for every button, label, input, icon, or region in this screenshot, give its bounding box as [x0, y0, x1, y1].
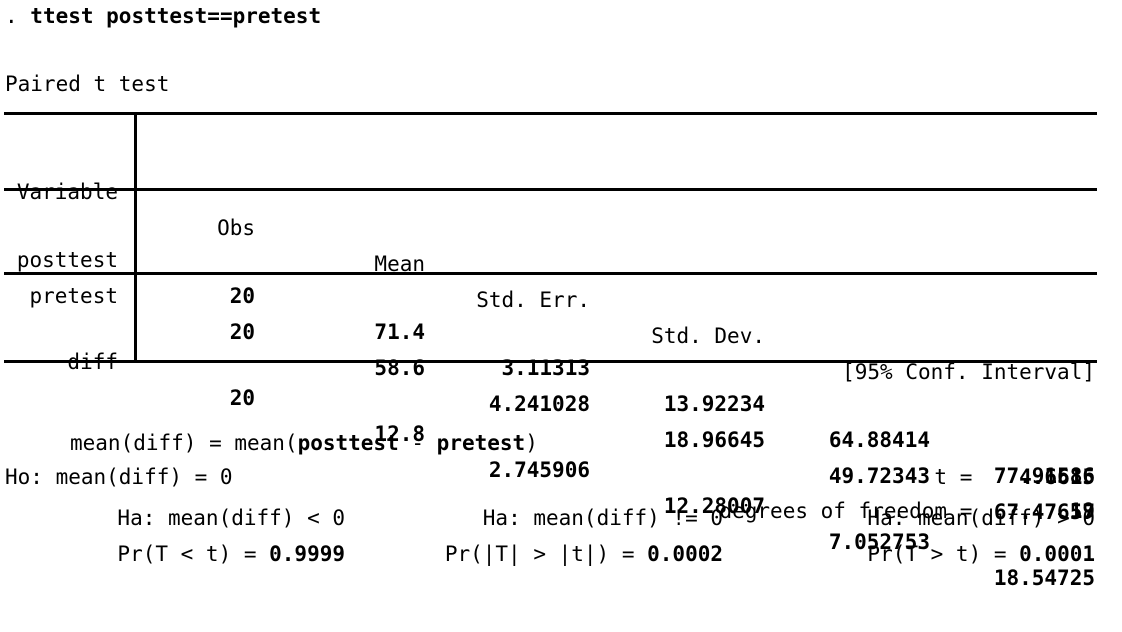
- command-text: ttest posttest==pretest: [30, 4, 322, 28]
- table-header-row: Variable Obs Mean Std. Err. Std. Dev. [9…: [0, 138, 1122, 384]
- test-title: Paired t test: [5, 72, 170, 96]
- p-value-line: Pr(|T| > |t|) = 0.0002: [383, 536, 723, 572]
- summary-line-null-hypothesis: Ho: mean(diff) = 0 degrees of freedom = …: [0, 426, 1122, 523]
- column-header-variable: Variable: [16, 180, 118, 204]
- stata-output-console: . ttest posttest==pretest Paired t test …: [0, 0, 1122, 598]
- t-statistic: t = 4.6615: [934, 460, 1095, 494]
- t-label: t =: [934, 465, 985, 489]
- hypothesis-column-two-tailed: Ha: mean(diff) != 0 Pr(|T| > |t|) = 0.00…: [383, 500, 723, 576]
- table-row-diff: diff 20 12.8 2.745906 12.28007 7.052753 …: [0, 308, 1122, 590]
- null-hypothesis: Ho: mean(diff) = 0: [5, 465, 233, 489]
- p-value-label: Pr(T > t) =: [867, 542, 1020, 566]
- row-variable-name: diff: [67, 350, 118, 374]
- p-value: 0.0001: [1019, 542, 1095, 566]
- alternative-hypothesis: Ha: mean(diff) != 0: [482, 506, 723, 530]
- command-line: . ttest posttest==pretest: [5, 2, 321, 30]
- t-value: 4.6615: [1019, 465, 1095, 489]
- p-value-label: Pr(|T| > |t|) =: [444, 542, 648, 566]
- hypothesis-column-lower-tail: Ha: mean(diff) < 0 Pr(T < t) = 0.9999: [5, 500, 345, 576]
- table-row: pretest 20 58.6 4.241028 18.96645 49.723…: [0, 242, 1122, 524]
- summary-line-mean-definition: mean(diff) = mean(posttest - pretest) t …: [0, 392, 1122, 489]
- alternative-hypotheses-block: Ha: mean(diff) < 0 Pr(T < t) = 0.9999 Ha…: [0, 500, 1122, 576]
- table-rule-top: [4, 112, 1097, 115]
- p-value-line: Pr(T > t) = 0.0001: [755, 536, 1095, 572]
- row-ci-low: 49.72343: [828, 464, 930, 488]
- alternative-hypothesis: Ha: mean(diff) > 0: [867, 506, 1095, 530]
- p-value-label: Pr(T < t) =: [117, 542, 270, 566]
- table-rule-header: [4, 188, 1097, 191]
- table-row: posttest 20 71.4 3.11313 13.92234 64.884…: [0, 206, 1122, 488]
- column-header-conf-interval: [95% Conf. Interval]: [842, 360, 1095, 384]
- p-value-line: Pr(T < t) = 0.9999: [5, 536, 345, 572]
- hypothesis-column-upper-tail: Ha: mean(diff) > 0 Pr(T > t) = 0.0001: [755, 500, 1095, 576]
- p-value: 0.9999: [269, 542, 345, 566]
- ttest-results-table: Variable Obs Mean Std. Err. Std. Dev. [9…: [0, 112, 1122, 590]
- test-summary-block: mean(diff) = mean(posttest - pretest) t …: [0, 392, 1122, 523]
- prompt-dot: .: [5, 4, 31, 28]
- p-value: 0.0002: [647, 542, 723, 566]
- row-mean: 58.6: [374, 356, 425, 380]
- alternative-hypothesis: Ha: mean(diff) < 0: [117, 506, 345, 530]
- row-std-err: 3.11313: [501, 356, 590, 380]
